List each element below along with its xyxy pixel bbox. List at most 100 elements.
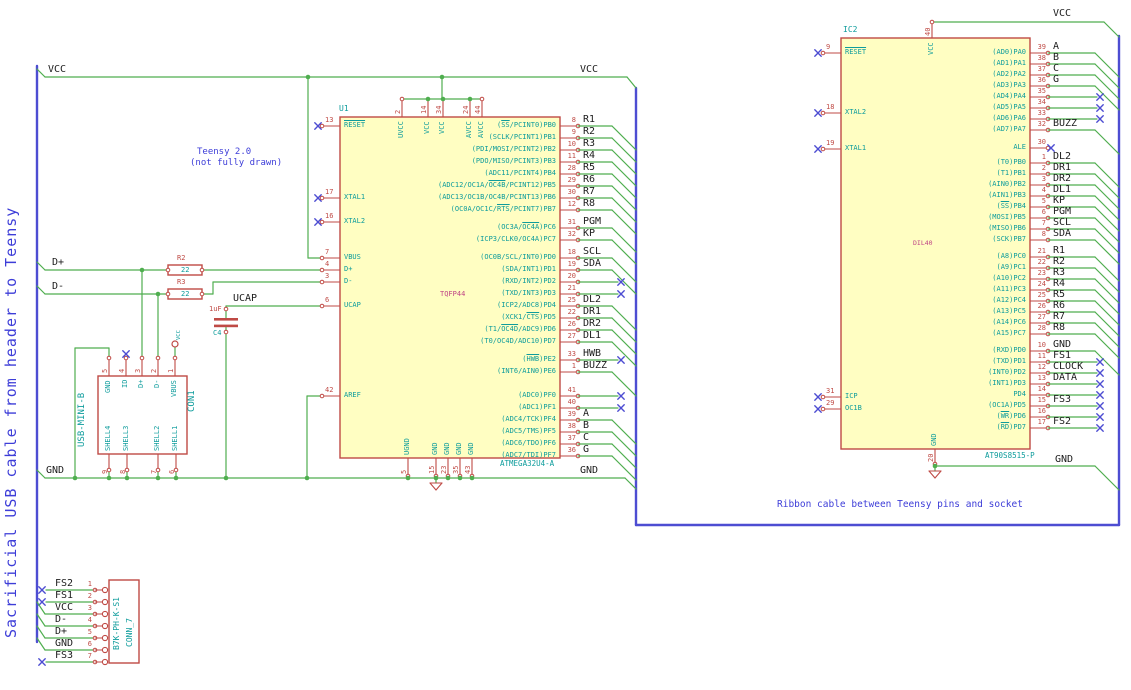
u1-pin-38-number: 38 <box>567 422 576 430</box>
u1-pin-6-name: UCAP <box>344 301 361 309</box>
net-label-R3: R3 <box>583 138 596 149</box>
junction-dot <box>469 475 475 481</box>
u1-pin-10-number: 10 <box>567 140 576 148</box>
net-label-DR1: DR1 <box>1053 162 1072 173</box>
wire <box>1094 129 1120 155</box>
c4-symbol[interactable] <box>214 324 238 328</box>
con1-pin-7-number: 7 <box>150 469 158 474</box>
ic2-pin-1-name: (T0)PB0 <box>996 158 1027 166</box>
u1-pin-14-number: 14 <box>420 105 428 114</box>
ic2-pin-2-name: (T1)PB1 <box>996 169 1027 177</box>
ic2-part: AT90S8515-P <box>985 451 1035 460</box>
pin-end <box>199 291 205 297</box>
wire <box>1094 184 1120 210</box>
ic2-pin-34-number: 34 <box>1037 98 1046 106</box>
wire <box>611 329 637 355</box>
conn7-pin-2-number: 2 <box>87 592 92 600</box>
ic2-pin-18-number: 18 <box>826 103 835 111</box>
u1-pin-28-name: (ADC11/PCINT4)PB4 <box>484 169 557 177</box>
net-label-FS3: FS3 <box>55 650 74 661</box>
ic2-pin-38-number: 38 <box>1037 54 1046 62</box>
junction-dot <box>173 475 179 481</box>
net-label-FS2: FS2 <box>55 578 74 589</box>
net-label-G: G <box>1053 74 1060 85</box>
net-label-G: G <box>583 444 590 455</box>
ic2-pin-9-number: 9 <box>826 43 831 51</box>
u1-pin-40-number: 40 <box>567 398 576 406</box>
u1-pin-14-name: VCC <box>423 120 431 134</box>
u1-pin-21-name: (TXD/INT3)PD3 <box>501 289 556 297</box>
u1-pin-9-number: 9 <box>571 128 576 136</box>
wire <box>611 149 637 175</box>
u1-pin-32-name: (ICP3/CLK0/OC4A)PC7 <box>475 235 556 243</box>
ic2-pin-35-number: 35 <box>1037 87 1046 95</box>
u1-pin-39-name: (ADC4/TCK)PF4 <box>501 415 556 423</box>
con1-pin-6-name: SHELL1 <box>171 425 179 451</box>
ic2-package: DIL40 <box>913 239 933 247</box>
ic2-pin-13-name: (INT1)PD3 <box>988 379 1026 387</box>
ic2-pin-13-number: 13 <box>1037 374 1046 382</box>
conn7-pin-3-number: 3 <box>87 604 92 612</box>
net-label-SDA: SDA <box>1053 228 1072 239</box>
wire <box>1094 63 1120 89</box>
u1-pin-31-number: 31 <box>567 218 576 226</box>
net-label-R7: R7 <box>1053 311 1066 322</box>
net-label-B: B <box>583 420 590 431</box>
pin-end <box>223 306 229 312</box>
c4-symbol[interactable] <box>214 318 238 321</box>
u1-pin-28-number: 28 <box>567 164 576 172</box>
u1-pin-9-name: (SCLK/PCINT1)PB1 <box>488 133 556 141</box>
net-label-R3: R3 <box>1053 267 1066 278</box>
net-label-GND: GND <box>55 638 74 649</box>
ic2-pin-9-name: RESET <box>845 48 867 56</box>
pin-end <box>319 393 325 399</box>
net-label-R6: R6 <box>1053 300 1066 311</box>
ic2-pin-23-number: 23 <box>1037 269 1046 277</box>
junction-dot <box>405 475 411 481</box>
net-label-VCC: VCC <box>48 64 67 75</box>
pin-end <box>820 146 826 152</box>
con1-ref: CON1 <box>187 390 197 412</box>
ic2-pin-32-number: 32 <box>1037 120 1046 128</box>
con1-pin-3-number: 3 <box>134 368 142 373</box>
u1-pin-33-number: 33 <box>567 350 576 358</box>
wire <box>611 137 637 163</box>
vcc-power-flag <box>171 340 179 348</box>
u1-pin-1-number: 1 <box>571 362 576 370</box>
ic2-pin-15-name: (OC1A)PD5 <box>988 401 1026 409</box>
ic2-pin-25-number: 25 <box>1037 291 1046 299</box>
ic2-pin-27-name: (A14)PC6 <box>992 318 1026 326</box>
ic2-pin-29-number: 29 <box>826 399 835 407</box>
pin-end <box>319 123 325 129</box>
wire <box>1094 228 1120 254</box>
u1-pin-20-name: (RXD/INT2)PD2 <box>501 277 556 285</box>
pin-end <box>479 96 485 102</box>
sheet-note-left: Sacrificial USB cable from header to Tee… <box>2 206 20 638</box>
u1-pin-24-name: AVCC <box>465 120 473 138</box>
conn7-pin-circle <box>101 646 109 654</box>
u1-pin-2-name: UVCC <box>397 120 405 138</box>
conn7-pin-6-number: 6 <box>87 640 92 648</box>
con1-pin-4-name: ID <box>121 379 129 389</box>
ic2-pin-28-number: 28 <box>1037 324 1046 332</box>
ic2-pin-19-number: 19 <box>826 139 835 147</box>
u1-pin-2-number: 2 <box>394 109 402 114</box>
junction-dot <box>304 475 310 481</box>
net-label-BUZZ: BUZZ <box>1053 118 1078 129</box>
net-label-VCC: VCC <box>55 602 74 613</box>
ic2-pin-34-name: (AD5)PA5 <box>992 103 1026 111</box>
net-label-R8: R8 <box>1053 322 1066 333</box>
ic2-pin-22-name: (A9)PC1 <box>996 263 1027 271</box>
u1-pin-5-name: UGND <box>403 438 411 455</box>
ic2-pin-21-number: 21 <box>1037 247 1046 255</box>
net-label-D-: D- <box>55 614 68 625</box>
u1-pin-12-name: (OC0A/OC1C/RTS/PCINT7)PB7 <box>450 205 557 213</box>
net-label-R7: R7 <box>583 186 596 197</box>
teensy-note-line2: (not fully drawn) <box>190 158 283 168</box>
wire <box>611 185 637 211</box>
u1-pin-34-number: 34 <box>435 105 443 114</box>
wire <box>1094 322 1120 348</box>
wire <box>611 431 637 457</box>
u1-pin-8-name: (SS/PCINT0)PB0 <box>497 121 557 129</box>
wire <box>611 317 637 343</box>
